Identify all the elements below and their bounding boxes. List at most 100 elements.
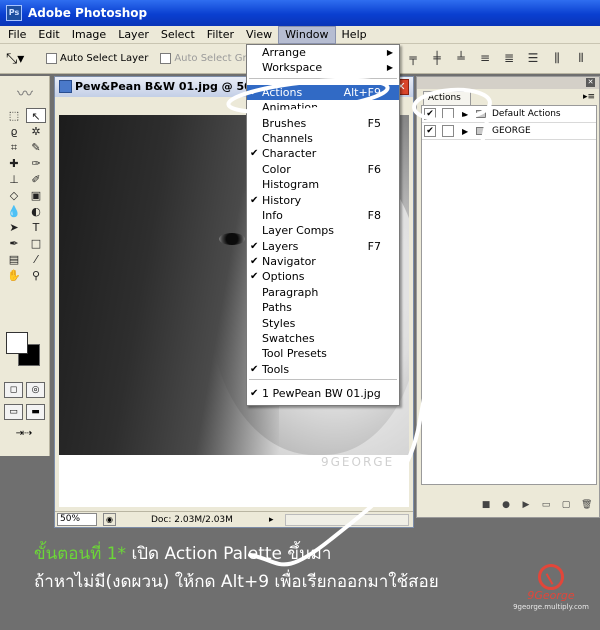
window-menu-item-paths[interactable]: Paths (247, 300, 399, 315)
brush-tool-icon[interactable]: ✑ (26, 156, 46, 171)
window-menu-item-actions[interactable]: ✔ Actions Alt+F9 (247, 84, 399, 101)
blur-tool-icon[interactable]: 💧 (4, 204, 24, 219)
menu-item-label: Tools (262, 362, 290, 376)
status-info-icon[interactable]: ◉ (103, 513, 116, 526)
gradient-tool-icon[interactable]: ▣ (26, 188, 46, 203)
new-action-icon[interactable]: ▢ (561, 500, 571, 510)
standard-screen-icon[interactable]: ▭ (4, 404, 23, 420)
menu-window[interactable]: Window (278, 25, 336, 44)
window-menu-item-character[interactable]: ✔ Character (247, 146, 399, 161)
menu-edit[interactable]: Edit (32, 26, 65, 44)
eraser-tool-icon[interactable]: ◇ (4, 188, 24, 203)
new-set-icon[interactable]: ▭ (541, 500, 551, 510)
panel-close-icon[interactable]: ✕ (586, 78, 595, 87)
menu-file[interactable]: File (2, 26, 32, 44)
play-icon[interactable]: ▶ (521, 500, 531, 510)
align-middle-icon[interactable]: ╪ (429, 50, 445, 66)
panel-menu-icon[interactable]: ▸≡ (583, 92, 595, 102)
window-menu-item-styles[interactable]: Styles (247, 316, 399, 331)
menu-item-label: Swatches (262, 332, 315, 346)
action-set-row[interactable]: ✔ ▶ Default Actions (422, 106, 596, 123)
distribute-left-icon[interactable]: ⫼ (549, 50, 565, 66)
expand-arrow-icon[interactable]: ▶ (462, 106, 468, 123)
action-set-row[interactable]: ✔ ▶ GEORGE (422, 123, 596, 140)
tab-actions[interactable]: Actions (423, 91, 471, 105)
caption-line-1: ขั้นตอนที่ 1* เปิด Action Palette ขึ้นมา (34, 540, 439, 568)
expand-arrow-icon[interactable]: ▶ (462, 123, 468, 140)
auto-select-layer-checkbox[interactable] (46, 53, 57, 64)
record-icon[interactable]: ● (501, 500, 511, 510)
auto-select-groups-checkbox[interactable] (160, 53, 172, 64)
healing-brush-tool-icon[interactable]: ✚ (4, 156, 24, 171)
dialog-toggle-icon[interactable] (442, 108, 454, 120)
menu-image[interactable]: Image (66, 26, 112, 44)
slice-tool-icon[interactable]: ✎ (26, 140, 46, 155)
hand-tool-icon[interactable]: ✋ (4, 268, 24, 283)
menu-select[interactable]: Select (155, 26, 201, 44)
notes-tool-icon[interactable]: ▤ (4, 252, 24, 267)
folder-icon (476, 110, 486, 118)
window-menu-item-info[interactable]: Info F8 (247, 208, 399, 223)
standard-mode-icon[interactable]: ◻ (4, 382, 23, 398)
status-menu-arrow-icon[interactable]: ▸ (269, 512, 274, 528)
menu-item-label: 1 PewPean BW 01.jpg (262, 387, 381, 401)
window-menu-item-tool-presets[interactable]: Tool Presets (247, 346, 399, 361)
history-brush-tool-icon[interactable]: ✐ (26, 172, 46, 187)
window-menu-item-navigator[interactable]: ✔ Navigator (247, 254, 399, 269)
distribute-top-icon[interactable]: ≡ (477, 50, 493, 66)
menu-item-label: Workspace (262, 61, 323, 75)
crop-tool-icon[interactable]: ⌗ (4, 140, 24, 155)
pen-tool-icon[interactable]: ✒ (4, 236, 24, 251)
dodge-tool-icon[interactable]: ◐ (26, 204, 46, 219)
quick-mask-mode-icon[interactable]: ◎ (26, 382, 45, 398)
foreground-color-swatch[interactable] (6, 332, 28, 354)
move-tool-preset-icon[interactable]: ⤡▾ (6, 51, 40, 67)
window-menu-item-channels[interactable]: Channels (247, 131, 399, 146)
jump-to-imageready-icon[interactable]: ⇥⇢ (4, 428, 44, 444)
eyedropper-tool-icon[interactable]: ⁄ (26, 252, 46, 267)
zoom-tool-icon[interactable]: ⚲ (26, 268, 46, 283)
lasso-tool-icon[interactable]: ϱ (4, 124, 24, 139)
full-screen-menu-icon[interactable]: ▬ (26, 404, 45, 420)
dialog-toggle-icon[interactable] (442, 125, 454, 137)
window-menu-item-brushes[interactable]: Brushes F5 (247, 116, 399, 131)
window-menu-item-arrange[interactable]: Arrange ▶ (247, 45, 399, 60)
window-menu-item-swatches[interactable]: Swatches (247, 331, 399, 346)
window-menu-item-paragraph[interactable]: Paragraph (247, 285, 399, 300)
zoom-field[interactable]: 50% (57, 513, 97, 526)
move-tool-icon[interactable]: ↖ (26, 108, 46, 123)
menu-separator (249, 77, 397, 83)
align-top-icon[interactable]: ╤ (405, 50, 421, 66)
window-menu-item-1-pewpean-bw-01-jpg[interactable]: ✔ 1 PewPean BW 01.jpg (247, 386, 399, 401)
menu-view[interactable]: View (240, 26, 278, 44)
path-selection-tool-icon[interactable]: ➤ (4, 220, 24, 235)
window-menu-item-tools[interactable]: ✔ Tools (247, 362, 399, 377)
type-tool-icon[interactable]: T (26, 220, 46, 235)
marquee-tool-icon[interactable]: ⬚ (4, 108, 24, 123)
menu-layer[interactable]: Layer (112, 26, 155, 44)
menu-filter[interactable]: Filter (201, 26, 240, 44)
horizontal-scrollbar[interactable] (285, 514, 409, 526)
align-bottom-icon[interactable]: ╧ (453, 50, 469, 66)
window-menu-item-options[interactable]: ✔ Options (247, 269, 399, 284)
magic-wand-tool-icon[interactable]: ✲ (26, 124, 46, 139)
window-menu-item-workspace[interactable]: Workspace ▶ (247, 60, 399, 75)
toggle-check-icon[interactable]: ✔ (424, 108, 436, 120)
window-menu-item-layer-comps[interactable]: Layer Comps (247, 223, 399, 238)
stop-icon[interactable]: ■ (481, 500, 491, 510)
window-menu-item-color[interactable]: Color F6 (247, 162, 399, 177)
window-menu-item-layers[interactable]: ✔ Layers F7 (247, 239, 399, 254)
clone-stamp-tool-icon[interactable]: ⊥ (4, 172, 24, 187)
menu-item-shortcut: F8 (367, 208, 381, 222)
menu-help[interactable]: Help (336, 26, 373, 44)
distribute-bottom-icon[interactable]: ☰ (525, 50, 541, 66)
distribute-middle-icon[interactable]: ≣ (501, 50, 517, 66)
distribute-right-icon[interactable]: ⫴ (573, 50, 589, 66)
menu-item-label: Paths (262, 301, 292, 315)
window-menu-item-history[interactable]: ✔ History (247, 193, 399, 208)
window-menu-item-histogram[interactable]: Histogram (247, 177, 399, 192)
trash-icon[interactable]: 🗑 (581, 500, 592, 510)
window-menu-item-animation[interactable]: Animation (247, 100, 399, 115)
shape-tool-icon[interactable]: □ (26, 236, 46, 251)
toggle-check-icon[interactable]: ✔ (424, 125, 436, 137)
